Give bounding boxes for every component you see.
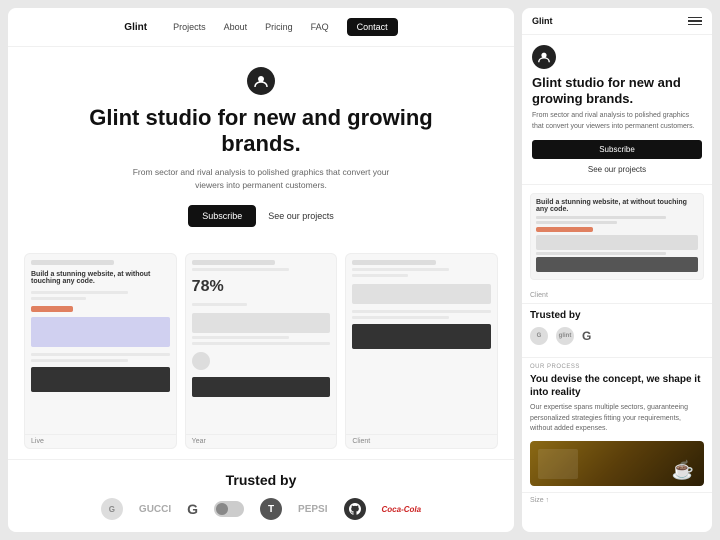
mobile-subscribe-button[interactable]: Subscribe — [532, 140, 702, 159]
logo-t: T — [260, 498, 282, 520]
mock-header — [31, 260, 114, 265]
see-projects-button[interactable]: See our projects — [268, 211, 334, 221]
logo-switch — [214, 501, 244, 517]
mock-line — [31, 359, 128, 362]
hamburger-line-3 — [688, 24, 702, 26]
mobile-header: Glint — [522, 8, 712, 35]
screenshot-card-1: Build a stunning website, at without tou… — [24, 253, 177, 449]
mock-line — [352, 268, 449, 271]
hero-title: Glint studio for new and growing brands. — [48, 105, 474, 158]
hero-buttons: Subscribe See our projects — [188, 205, 334, 227]
screenshot-label-3: Client — [346, 434, 497, 448]
logo-gucci: G — [101, 498, 123, 520]
mobile-screenshot: Build a stunning website, at without tou… — [530, 193, 704, 280]
mock-header — [192, 260, 275, 265]
mobile-see-projects[interactable]: See our projects — [532, 165, 702, 174]
mobile-panel: Glint Glint studio for new and growing b… — [522, 8, 712, 532]
m-logo-glint: G — [530, 327, 548, 345]
mobile-hero-title: Glint studio for new and growing brands. — [532, 75, 702, 106]
mock-line — [352, 316, 449, 319]
hamburger-menu[interactable] — [688, 17, 702, 26]
ms-line — [536, 252, 666, 255]
footer-size: Size ↑ — [530, 497, 549, 504]
mock-line — [31, 353, 170, 356]
mobile-footer: Size ↑ — [522, 492, 712, 508]
mock-header — [352, 260, 435, 265]
logo-github — [344, 498, 366, 520]
hero-section: Glint studio for new and growing brands.… — [8, 47, 514, 243]
mock-block — [192, 313, 331, 333]
mock-line — [192, 303, 247, 306]
nav-link-projects[interactable]: Projects — [173, 22, 206, 32]
user-avatar — [192, 352, 210, 370]
nav-link-faq[interactable]: FAQ — [311, 22, 329, 32]
logo-gucci-text: GUCCI — [139, 504, 171, 515]
mock-line — [192, 342, 331, 345]
process-tag: OUR PROCESS — [530, 364, 704, 370]
ms-block-dark — [536, 257, 698, 272]
mock-line — [352, 310, 491, 313]
mock-block — [352, 284, 491, 304]
screenshots-section: Build a stunning website, at without tou… — [8, 243, 514, 459]
mobile-logos: G glint G — [530, 327, 704, 345]
trusted-logos: G GUCCI G T PEPSI Coca-Cola — [28, 498, 494, 520]
mock-dark — [352, 324, 491, 349]
process-desc: Our expertise spans multiple sectors, gu… — [530, 403, 704, 435]
m-logo-glint2: glint — [556, 327, 574, 345]
mobile-trusted-title: Trusted by — [530, 310, 704, 321]
mock-line — [192, 268, 289, 271]
subscribe-button[interactable]: Subscribe — [188, 205, 256, 227]
ms-btn — [536, 227, 593, 232]
desktop-panel: Glint Projects About Pricing FAQ Contact… — [8, 8, 514, 532]
nav-logo: Glint — [124, 22, 147, 33]
mock-line — [352, 274, 407, 277]
nav-link-about[interactable]: About — [224, 22, 248, 32]
mobile-hero-subtitle: From sector and rival analysis to polish… — [532, 111, 702, 132]
mobile-hero: Glint studio for new and growing brands.… — [522, 35, 712, 185]
mobile-client-label: Client — [522, 288, 712, 303]
hamburger-line-1 — [688, 17, 702, 19]
logo-pepsi-text: PEPSI — [298, 504, 327, 515]
logo-google: G — [187, 501, 198, 517]
hero-subtitle: From sector and rival analysis to polish… — [131, 166, 391, 192]
ms-block — [536, 235, 698, 250]
logo-cocacola: Coca-Cola — [382, 505, 422, 514]
mobile-process: OUR PROCESS You devise the concept, we s… — [522, 357, 712, 492]
mock-purple — [31, 317, 170, 347]
hero-avatar — [247, 67, 275, 95]
screenshot-card-3: Client — [345, 253, 498, 449]
mock-dark — [31, 367, 170, 392]
process-title: You devise the concept, we shape it into… — [530, 373, 704, 399]
nav: Glint Projects About Pricing FAQ Contact — [8, 8, 514, 47]
process-image — [530, 441, 704, 486]
screenshot-label-2: Year — [186, 434, 337, 448]
nav-link-pricing[interactable]: Pricing — [265, 22, 293, 32]
screenshot-card-2: 78% Year — [185, 253, 338, 449]
mobile-avatar — [532, 45, 556, 69]
trusted-title: Trusted by — [28, 472, 494, 488]
mock-line — [31, 297, 86, 300]
mobile-logo: Glint — [532, 16, 553, 26]
screenshot-label-1: Live — [25, 434, 176, 448]
percent-value: 78% — [192, 274, 331, 300]
m-logo-google: G — [582, 329, 591, 343]
nav-contact-button[interactable]: Contact — [347, 18, 398, 36]
mock-orange-btn — [31, 306, 73, 312]
ms-line — [536, 216, 666, 219]
hamburger-line-2 — [688, 20, 702, 22]
ms-title: Build a stunning website, at without tou… — [536, 199, 698, 213]
mock-line — [192, 336, 289, 339]
mock-line — [31, 291, 128, 294]
trusted-section: Trusted by G GUCCI G T PEPSI Coca-Cola — [8, 459, 514, 532]
mock-block-dark — [192, 377, 331, 397]
ms-line — [536, 221, 617, 224]
mobile-trusted: Trusted by G glint G — [522, 303, 712, 357]
